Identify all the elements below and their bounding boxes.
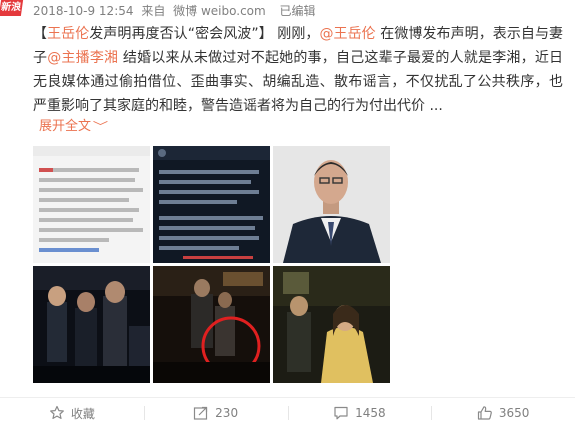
favorite-button[interactable]: 收藏	[0, 398, 144, 428]
comment-count: 1458	[355, 406, 386, 420]
share-count: 230	[215, 406, 239, 420]
night-street-photo-circled[interactable]	[153, 266, 270, 383]
statement-screenshot-light[interactable]	[33, 146, 150, 263]
comment-icon	[334, 406, 348, 420]
expand-full-text-link[interactable]: 展开全文 ﹀	[39, 117, 109, 137]
expand-label: 展开全文	[39, 119, 92, 134]
mention-lixiang[interactable]: @主播李湘	[47, 50, 118, 66]
title-bracket-open: 【	[33, 26, 48, 42]
chevron-down-icon: ﹀	[92, 120, 109, 133]
mention-wangyuelun[interactable]: @王岳伦	[319, 26, 375, 42]
star-icon	[49, 405, 64, 419]
like-count: 3650	[498, 406, 530, 420]
action-bar: 收藏 230 1458 3650	[0, 398, 575, 428]
comment-button[interactable]: 1458	[287, 398, 432, 428]
statement-screenshot-dark[interactable]	[153, 146, 270, 263]
post-body: 【王岳伦发声明再度否认“密会风波”】 刚刚，@王岳伦 在微博发布声明，表示自与妻…	[33, 22, 563, 118]
title-name-link[interactable]: 王岳伦	[47, 26, 89, 42]
post-title-rest: 发声明再度否认“密会风波”	[89, 26, 259, 42]
share-button[interactable]: 230	[143, 398, 288, 428]
title-bracket-close: 】	[258, 26, 273, 42]
night-street-photo-1[interactable]	[33, 266, 150, 383]
image-grid	[33, 146, 393, 386]
post-source-link[interactable]: 微博 weibo.com	[173, 4, 266, 18]
post-source-prefix: 来自	[141, 4, 166, 18]
share-icon	[194, 406, 208, 420]
weibo-corner-badge: 新浪	[0, 0, 24, 16]
like-button[interactable]: 3650	[431, 398, 575, 428]
favorite-label: 收藏	[70, 406, 95, 421]
night-street-photo-2[interactable]	[273, 266, 390, 383]
portrait-photo[interactable]	[273, 146, 390, 263]
post-meta: 2018-10-9 12:54 来自 微博 weibo.com 已编辑	[33, 2, 320, 20]
post-timestamp[interactable]: 2018-10-9 12:54	[33, 4, 134, 18]
post-edited-label[interactable]: 已编辑	[280, 4, 316, 18]
like-icon	[477, 406, 492, 420]
post-text-seg1: 刚刚，	[277, 26, 320, 42]
